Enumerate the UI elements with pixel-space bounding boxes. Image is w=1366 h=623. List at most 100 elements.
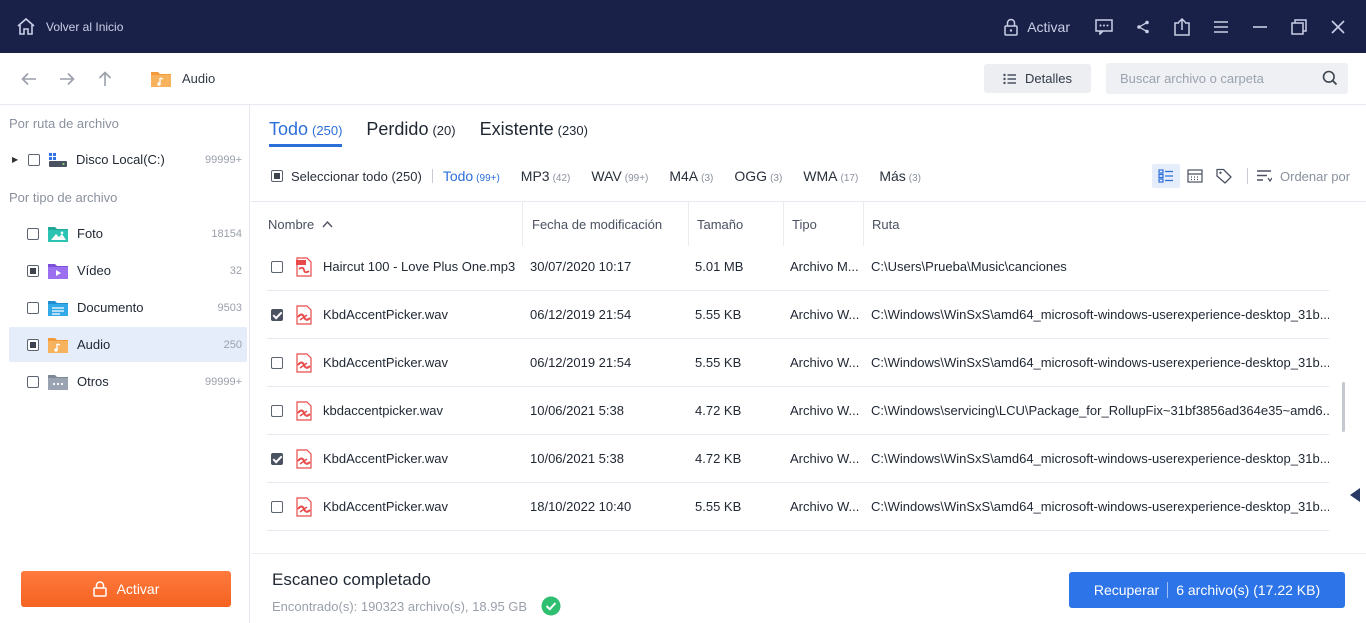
details-button[interactable]: Detalles	[984, 64, 1091, 93]
section-title-path: Por ruta de archivo	[9, 116, 119, 131]
filter-all[interactable]: Todo (99+)	[443, 168, 500, 184]
sidebar-item-label: Audio	[77, 337, 111, 352]
filter-more[interactable]: Más (3)	[879, 168, 921, 184]
filter-mp3[interactable]: MP3 (42)	[521, 168, 571, 184]
expand-arrow-icon[interactable]: ▶	[12, 155, 20, 164]
filter-count: (99+)	[624, 173, 649, 184]
file-path: C:\Users\Prueba\Music\canciones	[871, 259, 1067, 274]
row-checkbox[interactable]	[271, 308, 283, 321]
column-header-path[interactable]: Ruta	[864, 202, 1346, 246]
row-checkbox[interactable]	[271, 260, 283, 273]
divider	[431, 169, 433, 183]
mp3-file-icon	[295, 256, 313, 277]
filter-ogg[interactable]: OGG (3)	[734, 168, 782, 184]
checkbox[interactable]	[27, 301, 39, 314]
sidebar-item-count: 99999+	[204, 375, 242, 388]
activate-button-label: Activar	[116, 581, 160, 597]
row-checkbox[interactable]	[271, 452, 283, 465]
checkbox[interactable]	[28, 153, 40, 166]
details-label: Detalles	[1025, 71, 1072, 86]
file-type: Archivo W...	[790, 355, 860, 370]
tab-existing[interactable]: Existente (230)	[480, 119, 588, 147]
tab-count: (20)	[432, 123, 456, 138]
back-button[interactable]	[10, 53, 48, 105]
file-name-cell: kbdaccentpicker.wav	[267, 387, 525, 434]
restore-button[interactable]	[1279, 0, 1318, 53]
close-icon	[1330, 19, 1345, 34]
sidebar-item-photo[interactable]: Foto 18154	[9, 216, 247, 251]
filter-label: OGG	[734, 168, 768, 184]
tab-all[interactable]: Todo (250)	[269, 119, 343, 147]
export-button[interactable]	[1162, 0, 1201, 53]
minimize-button[interactable]	[1240, 0, 1279, 53]
checkbox[interactable]	[27, 227, 39, 240]
activate-link[interactable]: Activar	[1003, 18, 1070, 36]
file-path: C:\Windows\WinSxS\amd64_microsoft-window…	[871, 355, 1329, 370]
list-icon	[1003, 73, 1017, 85]
video-folder-icon	[47, 262, 69, 280]
checkbox[interactable]	[271, 170, 283, 182]
filter-count: (3)	[770, 173, 783, 184]
file-path: C:\Windows\WinSxS\amd64_microsoft-window…	[871, 499, 1329, 514]
column-header-label: Tipo	[792, 216, 817, 232]
vertical-scrollbar[interactable]	[1342, 382, 1345, 432]
check-circle-icon	[541, 596, 561, 616]
table-row[interactable]: KbdAccentPicker.wav 10/06/2021 5:38 4.72 K…	[267, 435, 1329, 483]
table-row[interactable]: Haircut 100 - Love Plus One.mp3 30/07/202…	[267, 243, 1329, 291]
row-checkbox[interactable]	[271, 356, 283, 369]
sort-ascending-icon	[322, 220, 333, 228]
file-path: C:\Windows\servicing\LCU\Package_for_Rol…	[871, 403, 1329, 418]
table-row[interactable]: KbdAccentPicker.wav 18/10/2022 10:40 5.55 …	[267, 483, 1329, 531]
back-to-home-label: Volver al Inicio	[46, 19, 124, 34]
sidebar-item-audio[interactable]: Audio 250	[9, 327, 247, 362]
feedback-button[interactable]	[1084, 0, 1123, 53]
table-row[interactable]: kbdaccentpicker.wav 10/06/2021 5:38 4.72 K…	[267, 387, 1329, 435]
list-view-button[interactable]	[1152, 164, 1180, 188]
filter-wma[interactable]: WMA (17)	[803, 168, 858, 184]
back-to-home-button[interactable]: Volver al Inicio	[16, 17, 123, 37]
collapse-panel-icon[interactable]	[1348, 487, 1360, 503]
share-button[interactable]	[1123, 0, 1162, 53]
up-button[interactable]	[86, 53, 124, 105]
column-header-date[interactable]: Fecha de modificación	[524, 202, 689, 246]
sort-button[interactable]: Ordenar por	[1256, 168, 1350, 184]
activate-button[interactable]: Activar	[21, 571, 231, 607]
close-button[interactable]	[1318, 0, 1357, 53]
recover-button[interactable]: Recuperar 6 archivo(s) (17.22 KB)	[1069, 572, 1345, 608]
sidebar-item-disk[interactable]: ▶ Disco Local(C:) 99999+	[9, 142, 247, 177]
search-icon[interactable]	[1322, 70, 1338, 89]
checkbox[interactable]	[27, 264, 39, 277]
wav-file-icon	[295, 496, 313, 517]
tab-lost[interactable]: Perdido (20)	[366, 119, 455, 147]
tag-view-button[interactable]	[1210, 164, 1238, 188]
filter-count: (3)	[908, 173, 921, 184]
thumbnail-view-button[interactable]	[1181, 164, 1209, 188]
sidebar-item-other[interactable]: Otros 99999+	[9, 364, 247, 399]
forward-button[interactable]	[48, 53, 86, 105]
row-checkbox[interactable]	[271, 500, 283, 513]
checkbox[interactable]	[27, 338, 39, 351]
row-checkbox[interactable]	[271, 404, 283, 417]
select-all-checkbox[interactable]: Seleccionar todo (250)	[271, 169, 422, 184]
search-input[interactable]	[1120, 71, 1320, 86]
section-title-type: Por tipo de archivo	[9, 190, 118, 205]
checkbox[interactable]	[27, 375, 39, 388]
navigation-bar: Audio Detalles	[0, 53, 1366, 105]
column-header-type[interactable]: Tipo	[784, 202, 864, 246]
table-row-partial[interactable]	[267, 537, 1329, 553]
filter-count: (3)	[701, 173, 714, 184]
filter-m4a[interactable]: M4A (3)	[669, 168, 713, 184]
table-row[interactable]: KbdAccentPicker.wav 06/12/2019 21:54 5.55 …	[267, 339, 1329, 387]
column-header-name[interactable]: Nombre	[260, 202, 523, 246]
sidebar-item-video[interactable]: Vídeo 32	[9, 253, 247, 288]
search-box	[1106, 63, 1348, 94]
sidebar-item-document[interactable]: Documento 9503	[9, 290, 247, 325]
table-row[interactable]: KbdAccentPicker.wav 06/12/2019 21:54 5.55 …	[267, 291, 1329, 339]
minimize-icon	[1252, 20, 1268, 34]
main-panel: Todo (250) Perdido (20) Existente (230) Sel…	[251, 105, 1366, 623]
filter-wav[interactable]: WAV (99+)	[591, 168, 648, 184]
menu-button[interactable]	[1201, 0, 1240, 53]
file-type: Archivo W...	[790, 499, 860, 514]
column-header-size[interactable]: Tamaño	[689, 202, 784, 246]
file-path: C:\Windows\WinSxS\amd64_microsoft-window…	[871, 307, 1329, 322]
